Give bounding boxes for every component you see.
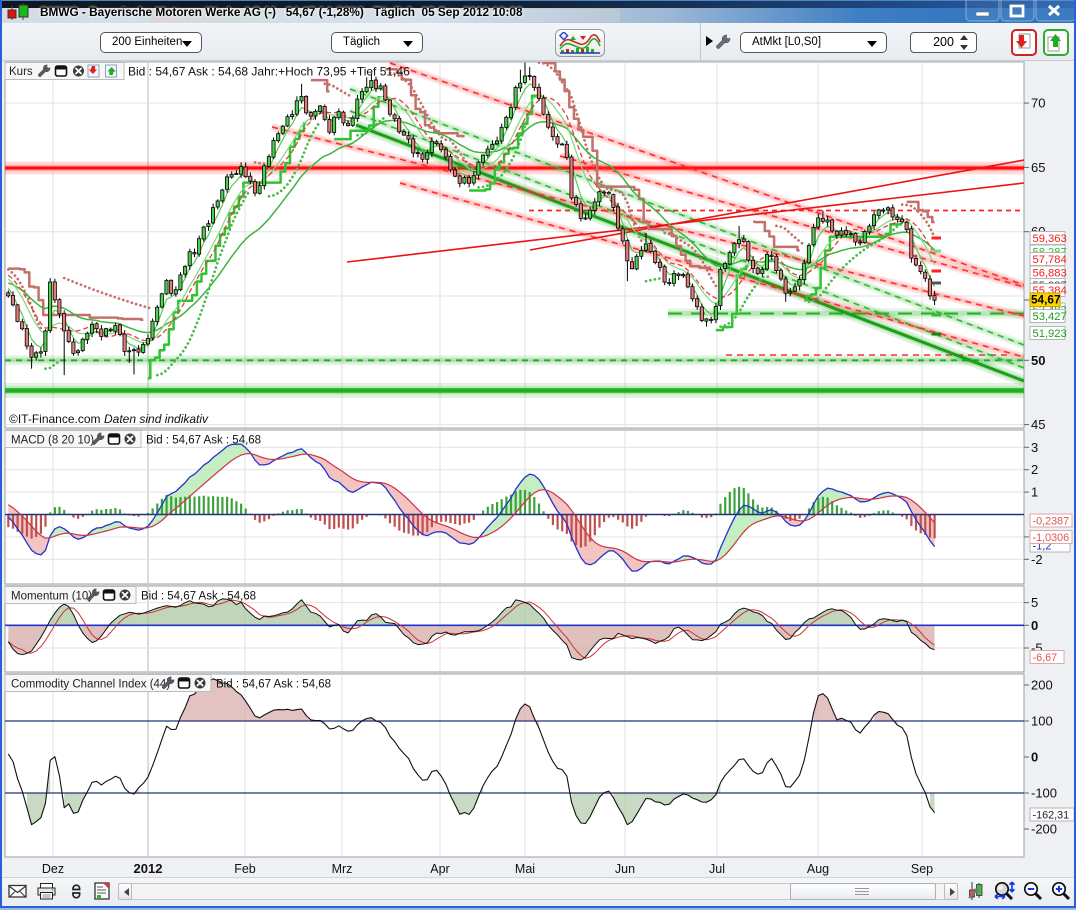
svg-text:-6,67: -6,67 [1033,652,1058,664]
svg-text:53,427: 53,427 [1033,311,1067,323]
svg-text:Daten sind indikativ: Daten sind indikativ [104,412,209,426]
svg-text:Dez: Dez [42,862,64,876]
svg-text:3: 3 [1031,440,1038,455]
svg-text:-0,2387: -0,2387 [1033,516,1070,528]
svg-text:2: 2 [1031,462,1038,477]
svg-text:100: 100 [1031,714,1053,729]
svg-text:Sep: Sep [911,862,933,876]
svg-text:Aug: Aug [807,862,829,876]
svg-text:Bid : 54,67 Ask : 54,68: Bid : 54,67 Ask : 54,68 [141,591,256,603]
svg-text:Jul: Jul [709,862,725,876]
svg-text:-1,0306: -1,0306 [1033,532,1070,544]
svg-text:©IT-Finance.com: ©IT-Finance.com [9,412,101,426]
svg-text:50: 50 [1031,353,1045,368]
svg-text:MACD (8 20 10): MACD (8 20 10) [11,435,94,447]
svg-text:2012: 2012 [134,861,163,876]
svg-text:57,784: 57,784 [1033,254,1067,266]
svg-text:Momentum (10): Momentum (10) [11,591,92,603]
svg-text:Bid : 54,67 Ask : 54,68: Bid : 54,67 Ask : 54,68 [146,435,261,447]
svg-text:Jun: Jun [615,862,635,876]
svg-text:-100: -100 [1031,786,1057,801]
svg-text:Commodity Channel Index (44): Commodity Channel Index (44) [11,679,170,691]
svg-text:54,67: 54,67 [1031,293,1061,307]
svg-text:Bid : 54,67 Ask : 54,68: Bid : 54,67 Ask : 54,68 [216,679,331,691]
svg-text:0: 0 [1031,750,1038,765]
svg-text:-162,31: -162,31 [1033,810,1070,822]
svg-text:0: 0 [1031,618,1038,633]
svg-text:59,363: 59,363 [1033,233,1067,245]
svg-text:Kurs: Kurs [9,66,33,78]
svg-text:Bid : 54,67 Ask : 54,68 Jahr:+: Bid : 54,67 Ask : 54,68 Jahr:+Hoch 73,95… [128,65,410,79]
svg-text:1: 1 [1031,485,1038,500]
svg-text:200: 200 [1031,678,1053,693]
svg-text:Mrz: Mrz [332,862,353,876]
svg-text:-2: -2 [1031,552,1043,567]
svg-text:5: 5 [1031,595,1038,610]
svg-text:Apr: Apr [430,862,449,876]
svg-text:45: 45 [1031,417,1045,432]
svg-text:Feb: Feb [234,862,256,876]
svg-text:56,883: 56,883 [1033,268,1067,280]
svg-text:65: 65 [1031,160,1045,175]
svg-text:51,923: 51,923 [1033,328,1067,340]
svg-text:Mai: Mai [515,862,535,876]
svg-text:-200: -200 [1031,822,1057,837]
svg-text:70: 70 [1031,96,1045,111]
